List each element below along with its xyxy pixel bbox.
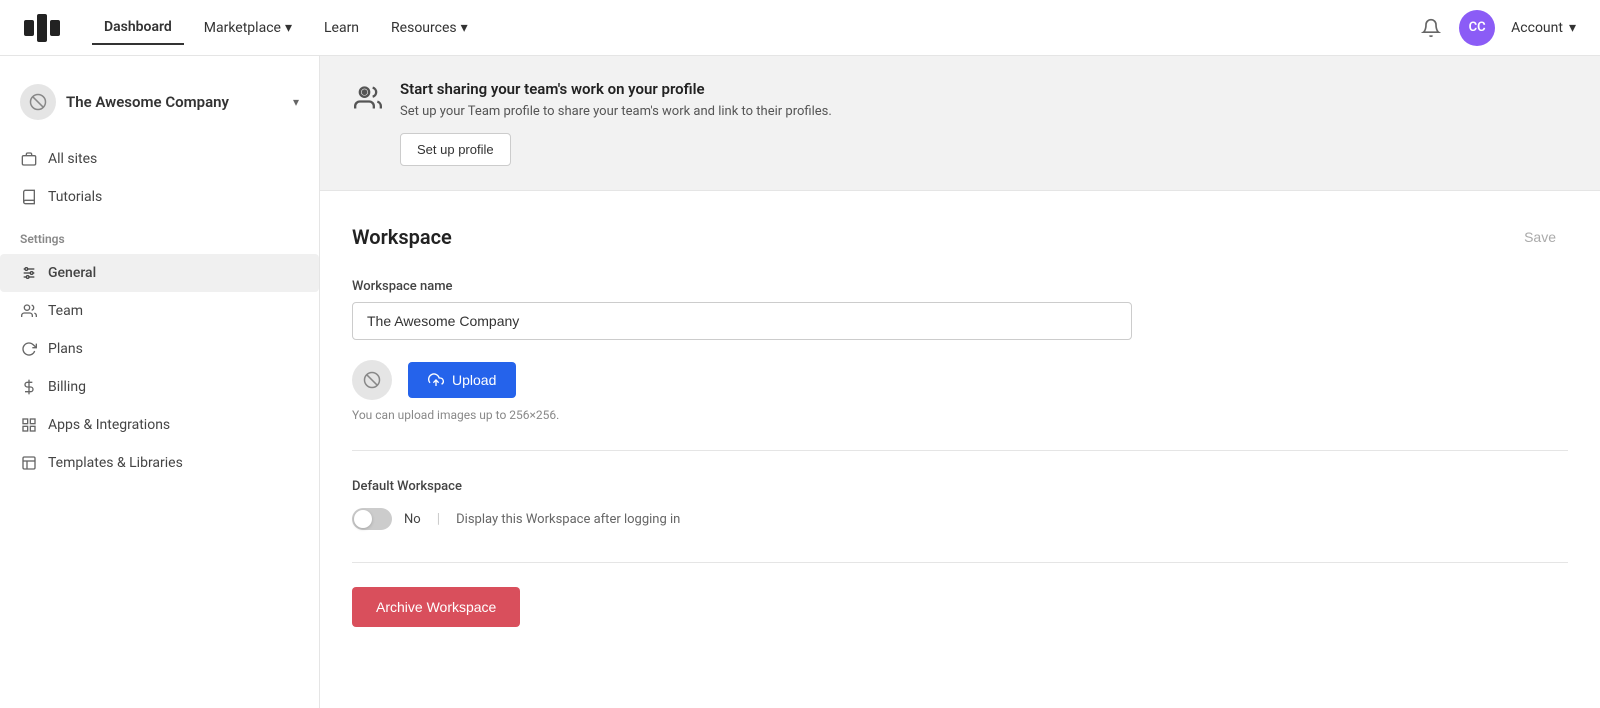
logo[interactable] [24,14,60,42]
workspace-icon [20,84,56,120]
save-button[interactable]: Save [1512,223,1568,251]
workspace-section: Workspace Save Workspace name [320,191,1600,708]
layout-icon [20,454,38,472]
sidebar-item-label: Team [48,303,83,319]
nav-learn[interactable]: Learn [312,12,371,44]
book-icon [20,188,38,206]
default-workspace-label: Default Workspace [352,479,1568,494]
upload-hint: You can upload images up to 256×256. [352,408,1568,422]
workspace-logo-preview [352,360,392,400]
chevron-down-icon: ▾ [1569,20,1576,36]
banner-text: Start sharing your team's work on your p… [400,80,832,166]
dollar-icon [20,378,38,396]
team-profile-banner: Start sharing your team's work on your p… [320,56,1600,191]
nav-dashboard[interactable]: Dashboard [92,11,184,45]
account-button[interactable]: Account ▾ [1511,20,1576,36]
sidebar-item-team[interactable]: Team [0,292,319,330]
sidebar-item-apps-integrations[interactable]: Apps & Integrations [0,406,319,444]
workspace-name-input[interactable] [352,302,1132,340]
sidebar-item-label: Templates & Libraries [48,455,183,471]
sidebar-item-label: General [48,265,96,281]
logo-upload-row: Upload [352,360,1568,400]
nav-marketplace[interactable]: Marketplace ▾ [192,12,304,44]
workspace-name: The Awesome Company [66,93,283,111]
bell-icon[interactable] [1419,16,1443,40]
team-icon [352,82,384,114]
sidebar-item-billing[interactable]: Billing [0,368,319,406]
main-layout: The Awesome Company ▾ All sites Tutorial… [0,56,1600,708]
sidebar: The Awesome Company ▾ All sites Tutorial… [0,56,320,708]
workspace-name-label: Workspace name [352,279,1568,294]
chevron-down-icon: ▾ [293,95,299,109]
toggle-knob [354,510,372,528]
workspace-name-field: Workspace name [352,279,1568,340]
sidebar-item-label: Apps & Integrations [48,417,170,433]
avatar[interactable]: CC [1459,10,1495,46]
settings-section-label: Settings [0,216,319,254]
banner-title: Start sharing your team's work on your p… [400,80,832,98]
upload-icon [428,372,444,388]
nav-resources[interactable]: Resources ▾ [379,12,480,44]
banner-description: Set up your Team profile to share your t… [400,104,832,119]
archive-workspace-button[interactable]: Archive Workspace [352,587,520,627]
sidebar-item-label: Tutorials [48,189,102,205]
archive-section: Archive Workspace [352,562,1568,627]
workspace-section-header: Workspace Save [352,223,1568,251]
chevron-down-icon: ▾ [461,20,468,36]
users-icon [20,302,38,320]
nav-right: CC Account ▾ [1419,10,1576,46]
nav-links: Dashboard Marketplace ▾ Learn Resources … [92,11,1387,45]
sidebar-item-plans[interactable]: Plans [0,330,319,368]
sidebar-item-label: All sites [48,151,97,167]
sliders-icon [20,264,38,282]
briefcase-icon [20,150,38,168]
separator: | [437,511,440,527]
toggle-state-label: No [404,512,421,527]
workspace-section-title: Workspace [352,225,452,249]
toggle-row: No | Display this Workspace after loggin… [352,508,1568,530]
sidebar-item-all-sites[interactable]: All sites [0,140,319,178]
upload-button[interactable]: Upload [408,362,516,398]
sidebar-item-label: Billing [48,379,86,395]
workspace-switcher[interactable]: The Awesome Company ▾ [0,76,319,140]
grid-icon [20,416,38,434]
sidebar-item-label: Plans [48,341,83,357]
setup-profile-button[interactable]: Set up profile [400,133,511,166]
sidebar-item-general[interactable]: General [0,254,319,292]
top-nav: Dashboard Marketplace ▾ Learn Resources … [0,0,1600,56]
sidebar-item-templates-libraries[interactable]: Templates & Libraries [0,444,319,482]
default-workspace-toggle[interactable] [352,508,392,530]
refresh-icon [20,340,38,358]
sidebar-item-tutorials[interactable]: Tutorials [0,178,319,216]
toggle-description: Display this Workspace after logging in [456,512,680,527]
chevron-down-icon: ▾ [285,20,292,36]
divider [352,450,1568,451]
main-content: Start sharing your team's work on your p… [320,56,1600,708]
